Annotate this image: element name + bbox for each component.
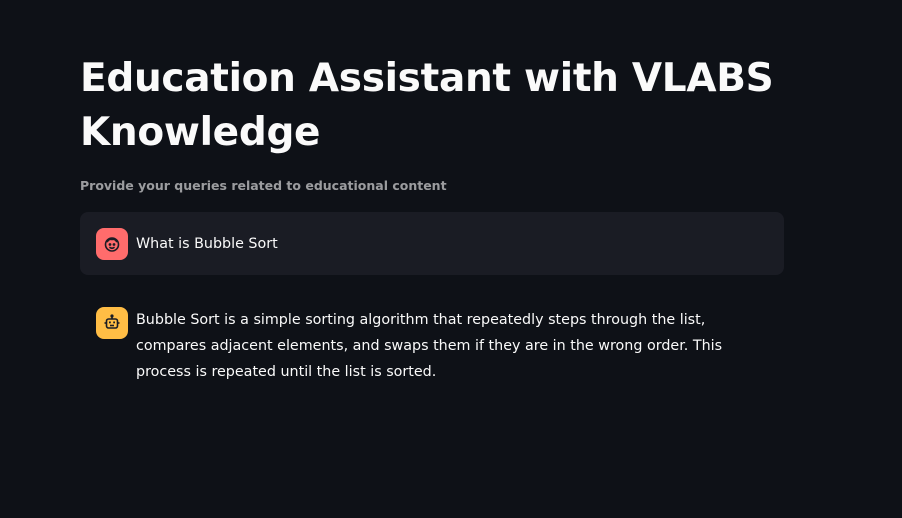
main-content: Education Assistant with VLABS Knowledge… <box>80 52 784 385</box>
page-title: Education Assistant with VLABS Knowledge <box>80 56 774 155</box>
assistant-message-text: Bubble Sort is a simple sorting algorith… <box>136 312 723 380</box>
robot-icon <box>96 307 128 339</box>
user-message-text: What is Bubble Sort <box>136 235 278 252</box>
user-face-icon <box>96 227 128 260</box>
assistant-chat-message: Bubble Sort is a simple sorting algorith… <box>80 307 784 385</box>
user-chat-message: What is Bubble Sort <box>80 212 784 275</box>
app-page: Education Assistant with VLABS Knowledge… <box>0 0 902 518</box>
page-caption: Provide your queries related to educatio… <box>80 178 447 193</box>
